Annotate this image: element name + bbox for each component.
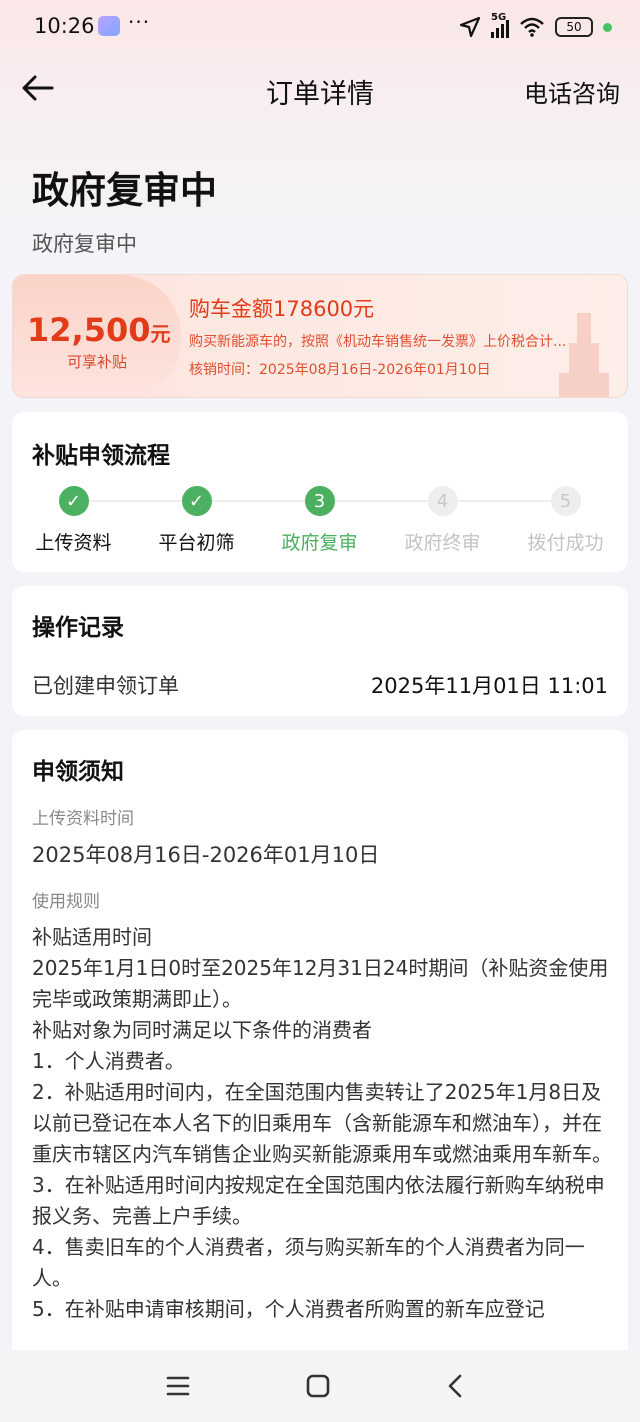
step-number: 3 (304, 486, 335, 516)
process-card: 补贴申领流程 ✓ 上传资料 ✓ 平台初筛 3 政府复审 4 政府终审 5 拨付成… (12, 412, 628, 572)
notice-title: 申领须知 (32, 759, 124, 785)
step-number: 4 (427, 486, 458, 516)
subsidy-amount-unit: 元 (150, 322, 171, 346)
subsidy-card[interactable]: 12,500元 可享补贴 购车金额178600元 购买新能源车的，按照《机动车销… (12, 274, 628, 398)
rule-line: 补贴适用时间 (32, 925, 152, 949)
subsidy-label: 可享补贴 (66, 353, 127, 371)
status-indicators: 5G 50 (459, 12, 612, 40)
subsidy-amount-value: 12,500 (27, 311, 151, 349)
rule-line: 2．补贴适用时间内，在全国范围内售卖转让了2025年1月8日及以前已登记在本人名… (32, 1080, 612, 1166)
rule-line: 4．售卖旧车的个人消费者，须与购买新车的个人消费者为同一人。 (32, 1235, 585, 1290)
step-platform-screening: ✓ 平台初筛 (135, 486, 258, 555)
menu-icon[interactable] (162, 1370, 194, 1402)
status-time: 10:26 (34, 14, 95, 38)
car-purchase-amount: 购车金额178600元 (189, 297, 375, 321)
record-row: 已创建申领订单 2025年11月01日 11:01 (32, 670, 608, 700)
operation-records-card: 操作记录 已创建申领订单 2025年11月01日 11:01 (12, 586, 628, 716)
upload-time-value: 2025年08月16日-2026年01月10日 (32, 843, 380, 867)
step-label: 上传资料 (35, 532, 112, 554)
step-label: 政府终审 (404, 532, 481, 554)
rule-line: 2025年1月1日0时至2025年12月31日24时期间（补贴资金使用完毕或政策… (32, 956, 609, 1011)
redemption-period: 核销时间：2025年08月16日-2026年01月10日 (189, 362, 491, 378)
more-notifications-icon: ··· (128, 10, 151, 34)
step-upload: ✓ 上传资料 (12, 486, 135, 555)
rule-line: 3．在补贴适用时间内按规定在全国范围内依法履行新购车纳税申报义务、完善上户手续。 (32, 1173, 605, 1228)
rules-text: 补贴适用时间 2025年1月1日0时至2025年12月31日24时期间（补贴资金… (32, 922, 612, 1325)
records-title: 操作记录 (32, 615, 124, 641)
landmark-decoration-icon (559, 313, 609, 397)
subsidy-amount-block: 12,500元 可享补贴 (13, 275, 181, 397)
subsidy-details: 购车金额178600元 购买新能源车的，按照《机动车销售统一发票》上价税合计..… (189, 293, 609, 379)
process-title: 补贴申领流程 (32, 443, 170, 469)
phone-consult-button[interactable]: 电话咨询 (524, 74, 620, 109)
location-icon (459, 16, 481, 38)
back-icon[interactable] (440, 1370, 472, 1402)
upload-time-label: 上传资料时间 (32, 809, 134, 829)
nav-bar: 订单详情 电话咨询 (0, 58, 640, 118)
step-check-icon: ✓ (58, 486, 89, 516)
order-status-subtitle: 政府复审中 (32, 232, 137, 256)
rule-line: 5．在补贴申请审核期间，个人消费者所购置的新车应登记 (32, 1297, 545, 1321)
wifi-icon (520, 17, 544, 37)
record-time: 2025年11月01日 11:01 (370, 674, 608, 698)
home-icon[interactable] (302, 1370, 334, 1402)
step-government-review: 3 政府复审 (258, 486, 381, 555)
gallery-notification-icon (98, 16, 120, 36)
rules-label: 使用规则 (32, 892, 100, 912)
rule-line: 1．个人消费者。 (32, 1049, 185, 1073)
step-payment-success: 5 拨付成功 (504, 486, 627, 555)
rule-line: 补贴对象为同时满足以下条件的消费者 (32, 1018, 372, 1042)
subsidy-amount: 12,500元 (27, 311, 170, 349)
notice-body: 上传资料时间 2025年08月16日-2026年01月10日 使用规则 补贴适用… (32, 804, 612, 1325)
process-steps: ✓ 上传资料 ✓ 平台初筛 3 政府复审 4 政府终审 5 拨付成功 (12, 486, 628, 566)
battery-level: 50 (566, 20, 582, 34)
record-label: 已创建申领订单 (32, 674, 179, 698)
battery-icon: 50 (555, 17, 593, 37)
charging-dot-icon (603, 22, 612, 32)
network-type: 5G (491, 12, 507, 23)
notice-card: 申领须知 上传资料时间 2025年08月16日-2026年01月10日 使用规则… (12, 730, 628, 1350)
step-label: 拨付成功 (527, 532, 604, 554)
step-label: 平台初筛 (158, 532, 235, 554)
step-check-icon: ✓ (181, 486, 212, 516)
signal-icon: 5G (491, 12, 509, 38)
status-bar: 10:26 ··· 5G 50 (0, 0, 640, 56)
step-number: 5 (550, 486, 581, 516)
step-label: 政府复审 (281, 532, 358, 554)
step-government-final: 4 政府终审 (381, 486, 504, 555)
system-navigation-bar (0, 1350, 640, 1422)
order-status-title: 政府复审中 (32, 169, 217, 212)
subsidy-description: 购买新能源车的，按照《机动车销售统一发票》上价税合计... (189, 334, 567, 350)
